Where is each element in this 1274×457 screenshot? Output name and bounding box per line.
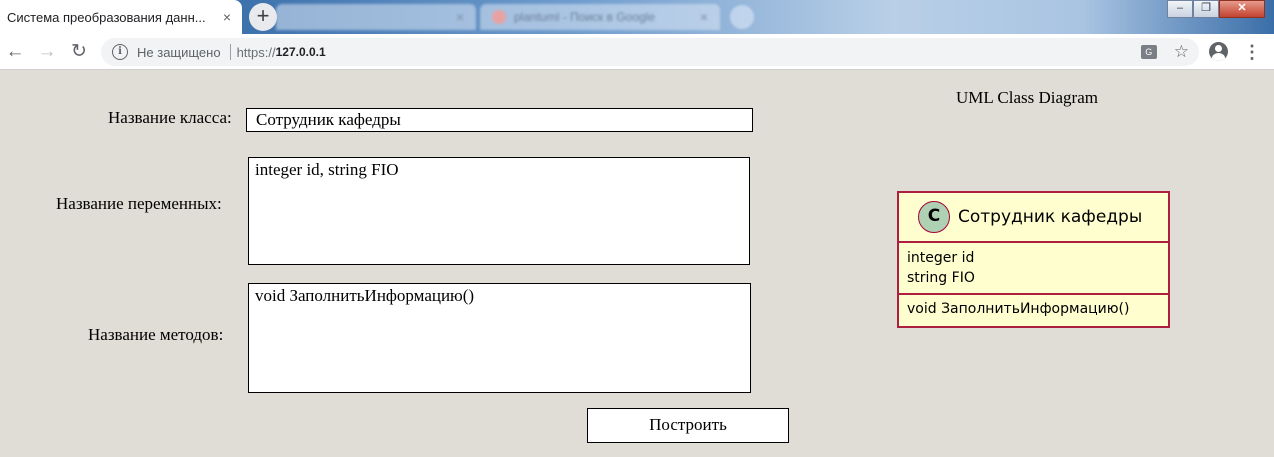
browser-toolbar: ← → ↻ i Не защищено https:// 127.0.0.1 G… xyxy=(0,34,1274,70)
divider xyxy=(229,44,231,60)
build-button[interactable]: Построить xyxy=(587,408,789,443)
minimize-button[interactable]: ‒ xyxy=(1167,0,1193,18)
class-name-label: Название класса: xyxy=(108,108,232,127)
uml-class-header: C Сотрудник кафедры xyxy=(899,193,1168,243)
new-tab-ghost-icon xyxy=(730,5,754,29)
tab-title: Система преобразования данн... xyxy=(7,9,206,25)
menu-icon[interactable]: ⋮ xyxy=(1243,42,1261,62)
reload-icon[interactable]: ↻ xyxy=(67,40,91,64)
class-name-input[interactable]: Сотрудник кафедры xyxy=(246,108,753,132)
page-content: Название класса: Сотрудник кафедры Назва… xyxy=(0,70,1274,457)
url-scheme: https:// xyxy=(236,44,276,60)
tab-title: plantuml - Поиск в Google xyxy=(514,10,656,24)
new-tab-button[interactable]: + xyxy=(249,3,277,31)
browser-tab-strip: Система преобразования данн... × + × pla… xyxy=(0,0,1274,34)
close-window-button[interactable]: ✕ xyxy=(1219,0,1265,18)
profile-icon[interactable] xyxy=(1209,42,1228,61)
translate-icon[interactable]: G xyxy=(1140,45,1157,59)
methods-textarea[interactable]: void ЗаполнитьИнформацию() xyxy=(248,283,751,393)
uml-operation: void ЗаполнитьИнформацию() xyxy=(907,301,1130,317)
uml-class-name: Сотрудник кафедры xyxy=(958,207,1143,227)
uml-class-box: C Сотрудник кафедры integer id string FI… xyxy=(897,191,1170,328)
forward-icon[interactable]: → xyxy=(35,40,59,64)
maximize-button[interactable]: ❐ xyxy=(1193,0,1219,18)
uml-attributes: integer id string FIO xyxy=(899,243,1168,295)
variables-textarea[interactable]: integer id, string FIO xyxy=(248,157,750,265)
methods-label: Название методов: xyxy=(88,325,224,344)
tab-close-icon[interactable]: × xyxy=(696,9,712,25)
security-status[interactable]: Не защищено xyxy=(137,45,221,60)
tab-close-icon[interactable]: × xyxy=(219,9,235,25)
url-host: 127.0.0.1 xyxy=(275,45,326,59)
tab-background-2[interactable]: plantuml - Поиск в Google × xyxy=(480,4,720,30)
uml-attribute: string FIO xyxy=(907,270,975,286)
diagram-title: UML Class Diagram xyxy=(956,88,1098,107)
window-controls: ‒ ❐ ✕ xyxy=(1167,0,1265,18)
uml-attribute: integer id xyxy=(907,250,975,266)
tab-close-icon[interactable]: × xyxy=(452,9,468,25)
info-icon[interactable]: i xyxy=(112,44,128,60)
tab-background-1[interactable]: × xyxy=(276,4,476,30)
tab-active[interactable]: Система преобразования данн... × xyxy=(0,0,242,34)
google-favicon-icon xyxy=(492,10,506,24)
class-stereotype-icon: C xyxy=(918,201,950,233)
address-bar[interactable]: i Не защищено https:// 127.0.0.1 G ☆ xyxy=(101,38,1199,66)
variables-label: Название переменных: xyxy=(56,194,222,213)
back-icon[interactable]: ← xyxy=(3,40,27,64)
uml-operations: void ЗаполнитьИнформацию() xyxy=(899,295,1168,319)
bookmark-star-icon[interactable]: ☆ xyxy=(1174,42,1189,62)
